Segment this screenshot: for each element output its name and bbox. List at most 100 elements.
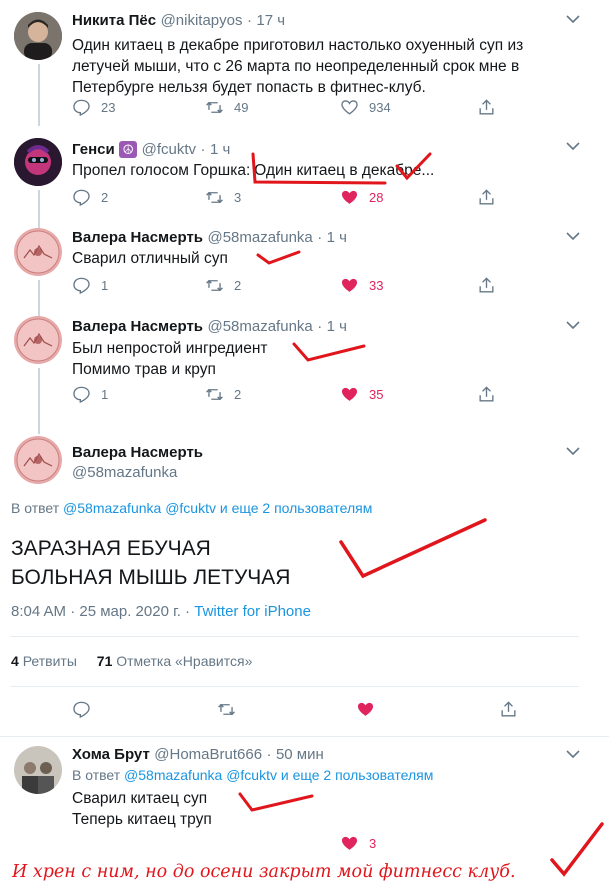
- reply-button[interactable]: [72, 700, 101, 719]
- like-button[interactable]: 28: [340, 188, 383, 207]
- author-handle[interactable]: @58mazafunka: [207, 229, 312, 246]
- chevron-down-icon[interactable]: [566, 320, 580, 330]
- red-checkmark: [339, 518, 487, 579]
- reply-icon: [73, 189, 90, 207]
- share-icon: [479, 386, 494, 402]
- timestamp[interactable]: 1 ч: [327, 318, 347, 335]
- tweet-text: Один китаец в декабре приготовил настоль…: [72, 35, 523, 98]
- separator: ·: [246, 12, 252, 29]
- share-icon: [479, 189, 494, 205]
- retweet-button[interactable]: [217, 700, 246, 719]
- likes-label: Отметка «Нравится»: [116, 653, 253, 669]
- reply-button[interactable]: 1: [72, 385, 108, 404]
- share-button[interactable]: [477, 385, 506, 404]
- author-name[interactable]: Хома Брут: [72, 746, 150, 763]
- reply-mentions-link[interactable]: @58mazafunka @fcuktv и еще 2 пользовател…: [124, 767, 433, 783]
- share-button[interactable]: [477, 276, 506, 295]
- main-author-name[interactable]: Валера Насмерть: [72, 444, 203, 461]
- retweet-count: 49: [234, 100, 249, 115]
- tweet-timestamp[interactable]: 8:04 AM · 25 мар. 2020 г. ·: [11, 603, 190, 620]
- separator: ·: [266, 746, 272, 763]
- share-button[interactable]: [477, 98, 506, 117]
- reply-button[interactable]: 1: [72, 276, 108, 295]
- tweet-text: Сварил отличный суп: [72, 248, 228, 269]
- reply-prefix: В ответ: [11, 500, 60, 516]
- avatar-homa[interactable]: [14, 746, 62, 794]
- main-author-handle[interactable]: @58mazafunka: [72, 464, 177, 481]
- like-button[interactable]: 33: [340, 276, 383, 295]
- reply-context: В ответ @58mazafunka @fcuktv и еще 2 пол…: [72, 767, 433, 783]
- author-name[interactable]: Генси: [72, 141, 115, 158]
- tweet-source-link[interactable]: Twitter for iPhone: [194, 603, 311, 620]
- retweets-count: 4: [11, 653, 19, 669]
- avatar-valera[interactable]: [14, 228, 62, 276]
- reply-count: 1: [101, 278, 109, 293]
- heart-filled-icon: [341, 190, 358, 204]
- heart-filled-icon: [341, 278, 358, 292]
- retweets-stat[interactable]: 4 Ретвиты: [11, 653, 77, 669]
- author-handle[interactable]: @58mazafunka: [207, 318, 312, 335]
- share-icon: [479, 99, 494, 115]
- red-checkmark: [256, 250, 301, 265]
- timestamp[interactable]: 1 ч: [210, 141, 230, 158]
- tweet-text: Сварил китаец суп Теперь китаец труп: [72, 788, 212, 830]
- retweet-icon: [206, 191, 223, 204]
- reply-icon: [73, 701, 90, 719]
- heart-filled-icon: [341, 387, 358, 401]
- like-button[interactable]: 3: [340, 834, 376, 853]
- heart-outline-icon: [341, 100, 358, 115]
- author-name[interactable]: Валера Насмерть: [72, 229, 203, 246]
- like-count: 934: [369, 100, 391, 115]
- avatar-nikita[interactable]: [14, 12, 62, 60]
- like-button[interactable]: 35: [340, 385, 383, 404]
- chevron-down-icon[interactable]: [566, 749, 580, 759]
- author-name[interactable]: Валера Насмерть: [72, 318, 203, 335]
- retweet-button[interactable]: 2: [205, 385, 241, 404]
- retweets-label: Ретвиты: [22, 653, 77, 669]
- reply-mentions-link[interactable]: @58mazafunka @fcuktv и еще 2 пользовател…: [63, 500, 372, 516]
- like-button[interactable]: [356, 700, 385, 719]
- retweet-icon: [218, 703, 235, 716]
- retweet-icon: [206, 101, 223, 114]
- retweet-icon: [206, 388, 223, 401]
- share-button[interactable]: [499, 700, 528, 719]
- tweet-line: БОЛЬНАЯ МЫШЬ ЛЕТУЧАЯ: [11, 566, 291, 589]
- tweet-line: Петербурге нельзя будет попасть в фитнес…: [72, 79, 426, 96]
- author-handle[interactable]: @nikitapyos: [161, 12, 243, 29]
- likes-stat[interactable]: 71 Отметка «Нравится»: [97, 653, 253, 669]
- reply-prefix: В ответ: [72, 767, 121, 783]
- chevron-down-icon[interactable]: [566, 446, 580, 456]
- retweet-button[interactable]: 3: [205, 188, 241, 207]
- red-checkmark: [292, 342, 366, 362]
- retweet-button[interactable]: 49: [205, 98, 248, 117]
- timestamp[interactable]: 50 мин: [276, 746, 324, 763]
- reply-icon: [73, 277, 90, 295]
- share-icon: [501, 701, 516, 717]
- tweet-text: Пропел голосом Горшка: Один китаец в дека…: [72, 160, 434, 181]
- chevron-down-icon[interactable]: [566, 14, 580, 24]
- separator: ·: [200, 141, 206, 158]
- timestamp[interactable]: 17 ч: [256, 12, 285, 29]
- chevron-down-icon[interactable]: [566, 231, 580, 241]
- heart-filled-icon: [341, 836, 358, 850]
- author-handle[interactable]: @HomaBrut666: [154, 746, 262, 763]
- tweet-line: Теперь китаец труп: [72, 811, 212, 828]
- author-handle[interactable]: @fcuktv: [142, 141, 196, 158]
- tweet-meta: 8:04 AM · 25 мар. 2020 г. · Twitter for …: [11, 603, 311, 620]
- reply-button[interactable]: 23: [72, 98, 115, 117]
- share-button[interactable]: [477, 188, 506, 207]
- timestamp[interactable]: 1 ч: [327, 229, 347, 246]
- divider: [10, 686, 579, 687]
- author-name[interactable]: Никита Пёс: [72, 12, 156, 29]
- chevron-down-icon[interactable]: [566, 141, 580, 151]
- tweet-line: летучей мыши, что с 26 марта по неопреде…: [72, 58, 520, 75]
- reply-button[interactable]: 2: [72, 188, 108, 207]
- retweet-button[interactable]: 2: [205, 276, 241, 295]
- avatar-valera[interactable]: [14, 436, 62, 484]
- avatar-valera[interactable]: [14, 316, 62, 364]
- likes-count: 71: [96, 653, 113, 669]
- peace-emoji-icon: ☮: [119, 141, 138, 158]
- avatar-gensi[interactable]: [14, 138, 62, 186]
- like-button[interactable]: 934: [340, 98, 391, 117]
- retweet-count: 2: [234, 387, 242, 402]
